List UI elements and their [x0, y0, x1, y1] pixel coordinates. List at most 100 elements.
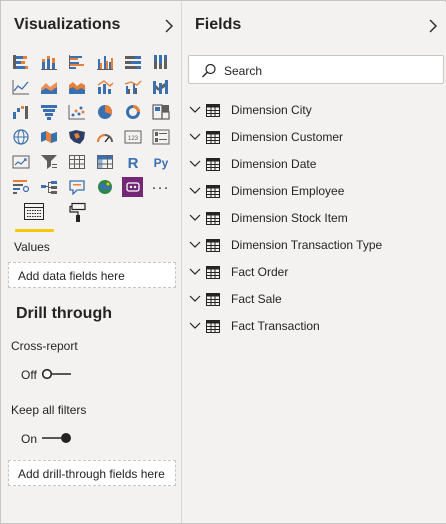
waterfall-chart-icon[interactable]: [10, 102, 31, 122]
100-stacked-column-chart-icon[interactable]: [150, 52, 171, 72]
visualization-tabs: [14, 202, 174, 234]
clustered-column-chart-icon[interactable]: [94, 52, 115, 72]
format-paint-roller-icon: [69, 202, 86, 222]
panes-container: Visualizations 123 R Py ··· Values Add d…: [0, 0, 446, 524]
table-icon: [206, 158, 220, 171]
field-table-fact-sale[interactable]: Fact Sale: [189, 289, 439, 311]
pie-chart-icon[interactable]: [94, 102, 115, 122]
field-table-dimension-customer[interactable]: Dimension Customer: [189, 127, 439, 149]
clustered-bar-chart-icon[interactable]: [66, 52, 87, 72]
chevron-right-icon[interactable]: [426, 17, 440, 35]
values-label: Values: [14, 240, 50, 254]
more-options-label: ···: [151, 178, 170, 196]
field-table-dimension-employee[interactable]: Dimension Employee: [189, 181, 439, 203]
field-table-fact-transaction[interactable]: Fact Transaction: [189, 316, 439, 338]
keep-all-filters-label: Keep all filters: [11, 403, 87, 417]
field-table-dimension-city[interactable]: Dimension City: [189, 100, 439, 122]
arcgis-map-icon[interactable]: [94, 177, 115, 197]
table-icon: [206, 185, 220, 198]
visualizations-pane: Visualizations 123 R Py ··· Values Add d…: [2, 2, 182, 523]
matrix-icon[interactable]: [94, 152, 115, 172]
chevron-right-icon[interactable]: [162, 17, 176, 35]
map-icon[interactable]: [10, 127, 31, 147]
r-visual-icon[interactable]: R: [122, 152, 143, 172]
table-icon: [206, 266, 220, 279]
slicer-icon[interactable]: [38, 152, 59, 172]
chevron-down-icon[interactable]: [189, 186, 201, 196]
chevron-down-icon[interactable]: [189, 132, 201, 142]
visual-types-gallery: 123 R Py ···: [10, 52, 172, 197]
decomposition-tree-icon[interactable]: [38, 177, 59, 197]
stacked-bar-chart-icon[interactable]: [10, 52, 31, 72]
treemap-icon[interactable]: [150, 102, 171, 122]
gauge-icon[interactable]: [94, 127, 115, 147]
scatter-chart-icon[interactable]: [66, 102, 87, 122]
keep-all-filters-state: On: [21, 432, 38, 446]
line-and-column-chart-icon[interactable]: [94, 77, 115, 97]
field-table-name: Dimension Date: [231, 157, 317, 171]
active-tab-indicator: [15, 229, 54, 232]
drill-through-title: Drill through: [16, 305, 112, 322]
ribbon-chart-icon[interactable]: [150, 77, 171, 97]
r-visual-icon-label: R: [127, 155, 138, 170]
chevron-down-icon[interactable]: [189, 240, 201, 250]
filled-map-icon[interactable]: [38, 127, 59, 147]
table-icon: [206, 212, 220, 225]
field-table-name: Dimension Employee: [231, 184, 345, 198]
stacked-area-chart-icon[interactable]: [66, 77, 87, 97]
table-icon: [206, 239, 220, 252]
field-table-name: Fact Transaction: [231, 319, 320, 333]
donut-chart-icon[interactable]: [122, 102, 143, 122]
chevron-down-icon[interactable]: [189, 213, 201, 223]
field-table-name: Fact Order: [231, 265, 289, 279]
field-table-dimension-date[interactable]: Dimension Date: [189, 154, 439, 176]
100-stacked-bar-chart-icon[interactable]: [122, 52, 143, 72]
search-placeholder: Search: [224, 64, 263, 78]
table-icon: [206, 104, 220, 117]
cross-report-state: Off: [21, 368, 37, 382]
stacked-column-chart-icon[interactable]: [38, 52, 59, 72]
power-apps-icon[interactable]: [122, 177, 143, 197]
line-and-clustered-column-chart-icon[interactable]: [122, 77, 143, 97]
chevron-down-icon[interactable]: [189, 105, 201, 115]
kpi-icon[interactable]: [10, 152, 31, 172]
search-icon: [202, 63, 216, 78]
chevron-down-icon[interactable]: [189, 159, 201, 169]
search-input[interactable]: Search: [188, 55, 444, 84]
field-table-name: Dimension Stock Item: [231, 211, 348, 225]
line-chart-icon[interactable]: [10, 77, 31, 97]
python-visual-icon[interactable]: Py: [150, 152, 171, 172]
card-icon-label: 123: [127, 136, 138, 142]
cross-report-toggle[interactable]: [41, 367, 73, 381]
keep-all-filters-toggle[interactable]: [41, 431, 73, 445]
drill-through-drop-zone[interactable]: Add drill-through fields here: [8, 460, 176, 486]
table-icon: [206, 320, 220, 333]
field-table-name: Dimension Transaction Type: [231, 238, 383, 252]
visualizations-title: Visualizations: [14, 16, 121, 33]
table-icon: [206, 293, 220, 306]
table-icon[interactable]: [66, 152, 87, 172]
fields-title: Fields: [195, 16, 242, 33]
format-tab[interactable]: [58, 202, 98, 232]
values-drop-zone[interactable]: Add data fields here: [8, 262, 176, 288]
multi-row-card-icon[interactable]: [150, 127, 171, 147]
shape-map-icon[interactable]: [66, 127, 87, 147]
funnel-chart-icon[interactable]: [38, 102, 59, 122]
python-visual-icon-label: Py: [153, 156, 168, 170]
field-table-dimension-transaction-type[interactable]: Dimension Transaction Type: [189, 235, 439, 257]
cross-report-label: Cross-report: [11, 339, 78, 353]
key-influencers-icon[interactable]: [10, 177, 31, 197]
qa-icon[interactable]: [66, 177, 87, 197]
chevron-down-icon[interactable]: [189, 321, 201, 331]
more-options-icon[interactable]: ···: [150, 177, 171, 197]
field-table-name: Fact Sale: [231, 292, 282, 306]
chevron-down-icon[interactable]: [189, 294, 201, 304]
area-chart-icon[interactable]: [38, 77, 59, 97]
fields-pane: Fields Search Dimension City Dimension C…: [183, 2, 446, 523]
chevron-down-icon[interactable]: [189, 267, 201, 277]
card-icon[interactable]: 123: [122, 127, 143, 147]
fields-tab[interactable]: [14, 202, 54, 232]
field-table-dimension-stock-item[interactable]: Dimension Stock Item: [189, 208, 439, 230]
field-table-fact-order[interactable]: Fact Order: [189, 262, 439, 284]
fields-tab-icon: [24, 203, 44, 220]
